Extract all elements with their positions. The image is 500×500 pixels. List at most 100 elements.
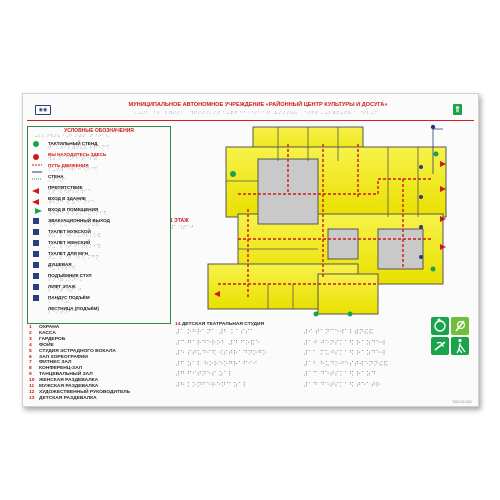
braille-row: ⠼⠁⠉ ⠙⠑⠞⠎⠅⠁⠫ ⠗⠁⠵⠙ xyxy=(303,371,376,378)
room-name: ГАРДЕРОБ xyxy=(39,336,66,342)
legend-item-braille: ⠪⠺⠁⠅⠥⠁⠉⠊⠕⠝⠝⠮⠯ xyxy=(48,222,100,228)
accessible-toilet-icon xyxy=(33,240,39,246)
legend-item-braille: ⠏⠥⠞⠾ ⠙⠺⠊⠚⠑⠝⠊⠫ xyxy=(48,167,98,173)
wheelchair-icon xyxy=(431,317,449,335)
room-number: 9 xyxy=(29,372,32,378)
tactile-board: ◉◉ МУНИЦИПАЛЬНОЕ АВТОНОМНОЕ УЧРЕЖДЕНИЕ «… xyxy=(22,93,479,407)
room-item: 13 ДЕТСКАЯ РАЗДЕВАЛКА xyxy=(29,396,97,401)
deaf-icon xyxy=(431,337,449,355)
room-item: 12 ХУДОЖЕСТВЕННЫЙ РУКОВОДИТЕЛЬ xyxy=(29,390,130,395)
room-number: 4 xyxy=(29,342,32,348)
legend-item: ПАНДУС ПОДЪЁМ ⠏⠁⠝⠙⠥⠎ xyxy=(48,295,90,305)
legend-item: ВХОД В ЗДАНИЕ ⠺⠓⠕⠙ ⠺ ⠵⠙⠁⠝⠊⠑ xyxy=(48,196,95,206)
legend-item-braille: ⠏⠁⠝⠙⠥⠎ xyxy=(48,299,72,305)
legend-item: ПУТЬ ДВИЖЕНИЯ ⠏⠥⠞⠾ ⠙⠺⠊⠚⠑⠝⠊⠫ xyxy=(48,163,97,173)
legend-item: ПОДЪЁМНИК СТУЛ ⠏⠕⠙⠷⠡⠍⠝⠊⠅ xyxy=(48,273,92,283)
room-name: ФИТНЕС ЗАЛ xyxy=(39,360,72,366)
room-number: 1 xyxy=(29,325,32,330)
emergency-exit-icon xyxy=(347,311,353,317)
room-item: 3 ГАРДЕРОБ xyxy=(29,337,65,342)
legend-item: ТАКТИЛЬНЫЙ СТЕНД ⠞⠁⠅⠞⠊⠇⠾⠝⠮⠯ ⠎⠞⠑⠝⠙ xyxy=(48,141,109,151)
shower-icon xyxy=(33,251,39,257)
door-icon xyxy=(419,225,423,229)
room-name: ФОЙЕ xyxy=(39,342,54,348)
braille-row: ⠼⠁ ⠕⠓⠗⠁⠝⠁ ⠼⠃ ⠅⠁⠎⠎⠁ xyxy=(175,329,255,336)
room-item: 2 КАССА xyxy=(29,331,56,336)
braille-row: ⠼⠋ ⠵⠁⠇ ⠓⠕⠗⠑⠕⠛⠗⠁⠋⠊⠊ xyxy=(175,360,258,367)
legend-item-braille: ⠞⠥⠁⠇⠑⠞ ⠍⠥⠚⠎⠅⠕⠯ xyxy=(48,233,102,239)
legend-item-braille: ⠞⠥⠁⠇⠑⠞ ⠚⠑⠝⠎⠅⠊⠯ xyxy=(48,244,102,250)
room-item: 8 КОНФЕРЕНЦ-ЗАЛ xyxy=(29,366,82,371)
legend-item-braille: ⠙⠥⠱⠑⠺⠁⠫ xyxy=(48,266,76,272)
braille-row: ⠼⠁⠃ ⠓⠥⠙⠕⠚⠑⠎⠞⠺⠑⠝⠝⠮⠯ xyxy=(303,360,389,367)
legend-item-braille: ⠏⠕⠙⠷⠡⠍⠝⠊⠅ xyxy=(48,277,84,283)
tactile-stand-icon xyxy=(33,141,39,147)
legend-item: ЛЕСТНИЦА (ПОДЪЁМ) ⠇⠑⠎⠞⠝⠊⠉⠁ xyxy=(48,306,99,316)
legend-item-braille: ⠺⠓⠕⠙ ⠺ ⠵⠙⠁⠝⠊⠑ xyxy=(48,200,96,206)
room-name: ЖЕНСКАЯ РАЗДЕВАЛКА xyxy=(39,378,99,384)
title-braille: ⠍⠥⠝⠊⠉⠊⠏⠁⠇⠾⠝⠕⠑ ⠁⠺⠞⠕⠝⠕⠍⠝⠕⠑ ⠥⠟⠗⠑⠚⠙⠑⠝⠊⠑ ⠗⠁⠯⠕… xyxy=(133,111,383,116)
emergency-exit-icon xyxy=(313,311,319,317)
floor-plan xyxy=(207,124,447,317)
braille-row: ⠼⠛ ⠋⠊⠞⠝⠑⠎ ⠵⠁⠇ xyxy=(175,371,234,378)
room-item: 4 ФОЙЕ xyxy=(29,343,54,348)
room-block-corner xyxy=(317,273,379,315)
elevator-icon xyxy=(33,273,39,279)
room-name: ЗАЛ ХОРЕОГРАФИИ xyxy=(39,354,88,360)
braille-row: ⠼⠉ ⠛⠁⠗⠙⠑⠗⠕⠃ ⠼⠙ ⠋⠕⠯⠑ xyxy=(175,339,260,346)
legend-item-braille: ⠇⠑⠎⠞⠝⠊⠉⠁ xyxy=(48,310,80,316)
room-item: 11 МУЖСКАЯ РАЗДЕВАЛКА xyxy=(29,384,98,389)
legend-item: СТЕНА ⠎⠞⠑⠝⠁ xyxy=(48,174,68,184)
room-item: 10 ЖЕНСКАЯ РАЗДЕВАЛКА xyxy=(29,378,98,383)
room-number: 6 xyxy=(29,354,32,360)
room-item: 5 СТУДИЯ ЭСТРАДНОГО ВОКАЛА xyxy=(29,349,116,354)
legend-item-braille: ⠺⠓⠕⠙ ⠺ ⠏⠕⠍⠑⠭⠑⠝⠊⠫ xyxy=(48,211,108,217)
legend-item-braille: ⠏⠗⠑⠏⠫⠞⠎⠞⠺⠊⠑ xyxy=(48,189,92,195)
room-item: 7 ФИТНЕС ЗАЛ xyxy=(29,360,71,365)
legend-item-braille: ⠞⠥⠁⠇⠑⠞ ⠙⠇⠫ ⠍⠛⠝ xyxy=(48,255,100,261)
room-item: 9 ТАНЦЕВАЛЬНЫЙ ЗАЛ xyxy=(29,372,93,377)
legend-item: ЭВАКУАЦИОННЫЙ ВЫХОД ⠪⠺⠁⠅⠥⠁⠉⠊⠕⠝⠝⠮⠯ xyxy=(48,218,110,228)
room-number: 11 xyxy=(29,384,35,389)
room-number: 7 xyxy=(29,360,32,366)
room-number: 10 xyxy=(29,378,35,384)
legend-item: ПРЕПЯТСТВИЕ ⠏⠗⠑⠏⠫⠞⠎⠞⠺⠊⠑ xyxy=(48,185,92,195)
room-name: КОНФЕРЕНЦ-ЗАЛ xyxy=(39,366,83,372)
legend-item-braille: ⠎⠞⠑⠝⠁ xyxy=(48,178,68,184)
braille-row: ⠼⠁⠚ ⠚⠑⠝⠎⠅⠁⠫ ⠗⠁⠵⠙⠑⠺ xyxy=(303,339,386,346)
room-number: 13 xyxy=(29,395,35,401)
room-item: 1 ОХРАНА xyxy=(29,325,59,330)
legend-item: ТУАЛЕТ МУЖСКОЙ ⠞⠥⠁⠇⠑⠞ ⠍⠥⠚⠎⠅⠕⠯ xyxy=(48,229,101,239)
legend-item-braille: ⠇⠊⠋⠞ ⠪⠞⠁⠚ xyxy=(48,288,82,294)
braille-row: ⠼⠁⠙ ⠙⠑⠞⠎⠅⠁⠫ ⠞⠑⠁⠞⠗ xyxy=(303,381,381,388)
room-number: 3 xyxy=(29,336,32,342)
ramp-icon xyxy=(33,284,39,290)
door-icon xyxy=(419,165,423,169)
room-item: 6 ЗАЛ ХОРЕОГРАФИИ xyxy=(29,355,88,360)
exit-icon: ⇑ xyxy=(453,104,462,115)
legend-item: ТУАЛЕТ ЖЕНСКИЙ ⠞⠥⠁⠇⠑⠞ ⠚⠑⠝⠎⠅⠊⠯ xyxy=(48,240,101,250)
emergency-exit-icon xyxy=(35,208,42,214)
legend-item: ДУШЕВАЯ ⠙⠥⠱⠑⠺⠁⠫ xyxy=(48,262,76,272)
male-toilet-icon xyxy=(33,218,39,224)
room-number: 12 xyxy=(29,389,35,395)
room-name: ОХРАНА xyxy=(39,325,60,330)
door-icon xyxy=(419,195,423,199)
room-name: ДЕТСКАЯ РАЗДЕВАЛКА xyxy=(39,395,97,401)
hearing-icon xyxy=(451,317,469,335)
braille-row: ⠼⠊ ⠞⠁⠝⠉⠑⠺⠁⠇⠾⠝⠮⠯ xyxy=(303,329,374,336)
legend-item-braille: ⠞⠁⠅⠞⠊⠇⠾⠝⠮⠯ ⠎⠞⠑⠝⠙ xyxy=(48,145,110,151)
core-room xyxy=(327,228,359,260)
room-number: 8 xyxy=(29,366,32,372)
page-title: МУНИЦИПАЛЬНОЕ АВТОНОМНОЕ УЧРЕЖДЕНИЕ «РАЙ… xyxy=(128,102,388,108)
female-toilet-icon xyxy=(33,229,39,235)
room-number: 5 xyxy=(29,348,32,354)
you-are-here-icon xyxy=(33,154,39,160)
stairs-icon xyxy=(33,295,39,301)
plan-outline xyxy=(207,126,447,315)
room-name: МУЖСКАЯ РАЗДЕВАЛКА xyxy=(39,384,99,389)
legend-item: ВЫ НАХОДИТЕСЬ ЗДЕСЬ ⠺⠮ ⠝⠁⠓⠕⠙⠊⠞⠑⠎⠾ xyxy=(48,152,106,162)
braille-row: ⠼⠓ ⠅⠕⠝⠋⠑⠗⠑⠝⠉ ⠵⠁⠇ xyxy=(175,381,248,388)
room-name: КАССА xyxy=(39,330,56,336)
low-vision-icon: ◉◉ xyxy=(35,105,51,115)
